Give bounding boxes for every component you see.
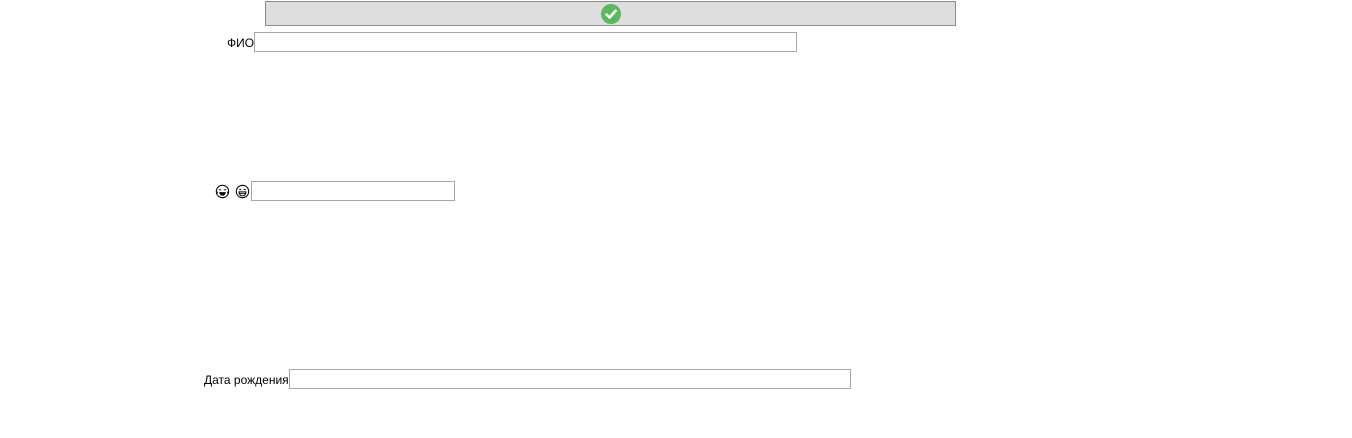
full-name-input[interactable] [254,32,797,52]
birth-date-input[interactable] [289,369,851,389]
confirm-button[interactable] [265,1,956,26]
full-name-label: ФИО [227,36,255,50]
check-circle-icon [600,3,621,24]
form-page: ФИО Дата рождения [0,0,1352,438]
laughing-tears-emoji-icon [215,184,230,199]
grinning-emoji-icon [235,184,250,199]
birth-date-label: Дата рождения [204,373,289,387]
emoji-input[interactable] [251,181,455,201]
